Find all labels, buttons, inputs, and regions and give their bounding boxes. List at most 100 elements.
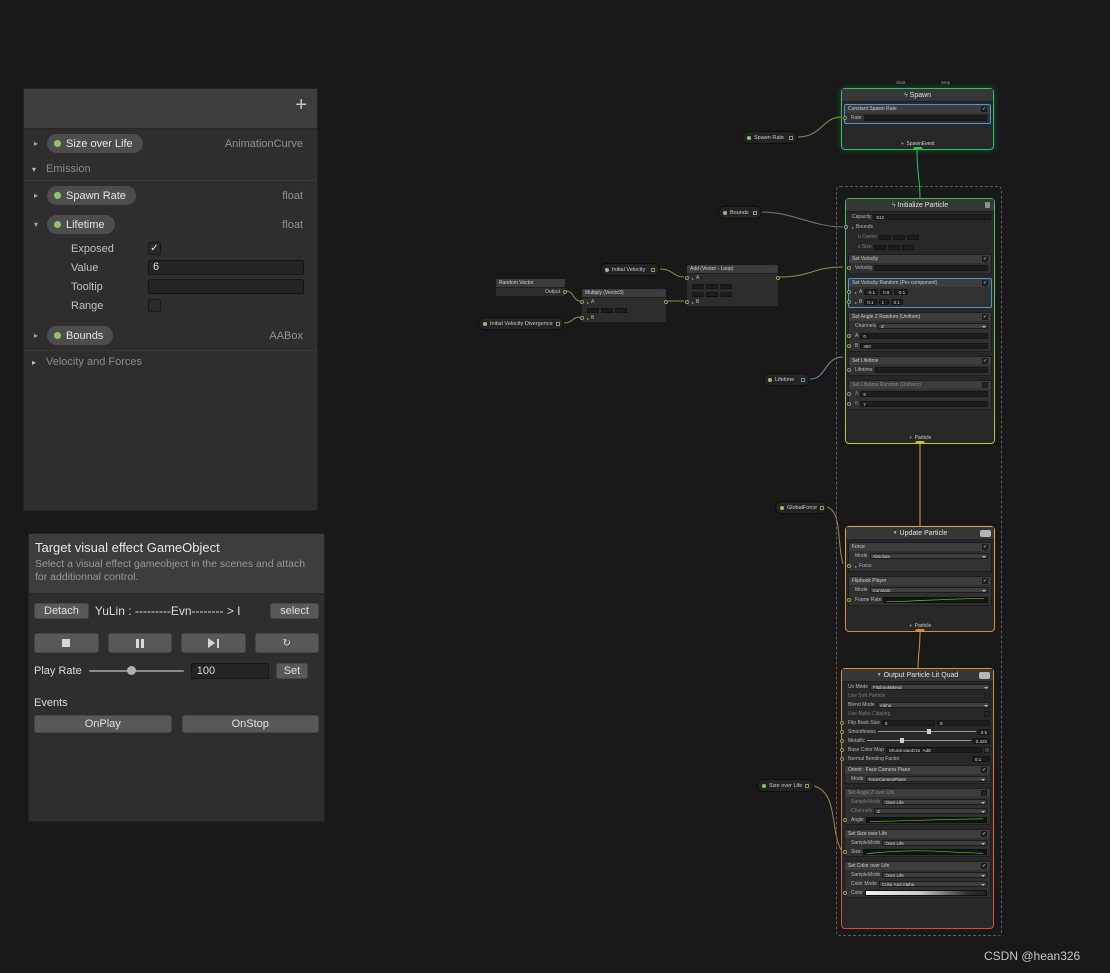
property-row-lifetime[interactable]: ▾ Lifetime float <box>24 210 317 239</box>
mode-dropdown[interactable]: FaceCameraPlane <box>865 775 987 782</box>
mode-dropdown[interactable]: Constant <box>869 587 988 593</box>
uv-mode-dropdown[interactable]: FlipbookBlend <box>870 683 990 690</box>
chevron-right-icon[interactable]: ▸ <box>32 358 44 367</box>
node-menu-icon[interactable]: ⋯ <box>658 290 663 296</box>
param-output-port[interactable] <box>651 267 655 272</box>
property-pill[interactable]: Lifetime <box>47 215 115 234</box>
a-port[interactable] <box>847 290 851 294</box>
value-field[interactable]: 0 <box>860 333 988 339</box>
update-context-title[interactable]: ▼ Update Particle <box>846 527 994 540</box>
metallic-slider[interactable] <box>866 738 971 743</box>
param-node-lifetime[interactable]: Lifetime <box>763 373 810 386</box>
lifetime-port[interactable] <box>847 368 851 372</box>
z-field[interactable] <box>720 283 732 289</box>
expand-icon[interactable]: ▸ <box>587 300 589 305</box>
sample-mode-dropdown[interactable]: Over Life <box>882 871 987 878</box>
y-field[interactable] <box>887 244 900 250</box>
block-enabled-checkbox[interactable] <box>982 382 988 388</box>
initialize-flow-out-anchor[interactable] <box>915 441 925 444</box>
chevron-down-icon[interactable]: ▾ <box>32 165 44 174</box>
b-port[interactable] <box>847 344 851 348</box>
y-field[interactable] <box>706 291 718 297</box>
a-port[interactable] <box>685 276 689 280</box>
set-size-over-life-block[interactable]: Set Size over Life ✓ SampleMode Over Life… <box>843 829 991 857</box>
set-lifetime-random-block[interactable]: Set Lifetime Random (Uniform) A 5 B 7 <box>847 380 992 410</box>
param-output-port[interactable] <box>805 783 810 788</box>
block-enabled-checkbox[interactable]: ✓ <box>981 831 987 837</box>
a-port[interactable] <box>847 392 851 396</box>
z-field[interactable] <box>720 291 732 297</box>
edge-divergence-to-multiply-b[interactable] <box>563 316 581 324</box>
x-field[interactable] <box>873 244 886 250</box>
range-checkbox[interactable] <box>148 299 161 312</box>
edge-bounds-to-initialize[interactable] <box>761 211 844 228</box>
frame-rate-port[interactable] <box>847 598 851 602</box>
onstop-button[interactable]: OnStop <box>181 715 319 734</box>
value-field[interactable]: -0.1 <box>894 289 909 295</box>
param-node-initial-velocity-divergence[interactable]: Initial Velocity Divergence <box>478 317 564 330</box>
initialize-context-title[interactable]: ϟ Initialize Particle <box>846 199 994 212</box>
constant-spawn-rate-block[interactable]: Constant Spawn Rate ✓ Rate <box>843 104 991 124</box>
set-angle-over-life-block[interactable]: Set Angle Z over Life SampleMode Over Li… <box>843 788 991 825</box>
y-field[interactable] <box>893 234 906 240</box>
spawn-context[interactable]: ϟ Spawn Constant Spawn Rate ✓ Rate ▼ Spaw… <box>841 88 994 150</box>
velocity-field[interactable] <box>874 265 988 271</box>
smoothness-slider[interactable] <box>877 729 976 734</box>
property-row-size-over-life[interactable]: ▸ Size over Life AnimationCurve <box>24 129 317 158</box>
param-node-size-over-life[interactable]: Size over Life <box>757 779 814 792</box>
blend-mode-dropdown[interactable]: Alpha <box>876 701 990 708</box>
set-velocity-block[interactable]: Set Velocity ✓ Velocity <box>847 254 992 274</box>
value-field[interactable]: 0.1 <box>972 755 990 762</box>
size-curve-field[interactable] <box>862 848 987 855</box>
z-field[interactable] <box>901 244 914 250</box>
value-field[interactable]: 5 <box>860 391 988 397</box>
value-field[interactable]: 0.1 <box>864 299 877 305</box>
y-field[interactable] <box>601 307 613 313</box>
add-property-button[interactable]: + <box>295 94 307 117</box>
rate-port[interactable] <box>843 116 847 120</box>
channels-dropdown[interactable]: Z <box>874 807 987 814</box>
value-field[interactable]: 0.325 <box>972 737 990 744</box>
edge-spawnrate-to-rate[interactable] <box>797 116 843 138</box>
exposed-checkbox[interactable]: ✓ <box>148 242 161 255</box>
value-field[interactable]: 0.5 <box>977 728 990 735</box>
x-field[interactable] <box>587 307 599 313</box>
category-row-emission[interactable]: ▾ Emission <box>24 158 317 181</box>
expand-icon[interactable]: ▸ <box>855 300 857 305</box>
expand-icon[interactable]: ▸ <box>855 290 857 295</box>
x-field[interactable] <box>692 291 704 297</box>
restart-button[interactable]: ↻ <box>254 633 319 654</box>
onplay-button[interactable]: OnPlay <box>34 715 172 734</box>
edge-initialvelocity-to-add-a[interactable] <box>659 268 685 278</box>
param-node-globalforce[interactable]: GlobalForce <box>775 501 827 514</box>
multiply-output-port[interactable] <box>664 300 668 304</box>
random-vector-node[interactable]: Random Vector Output <box>495 278 567 297</box>
b-port[interactable] <box>580 316 584 320</box>
a-port[interactable] <box>847 334 851 338</box>
z-field[interactable] <box>615 307 627 313</box>
category-row-velocity-forces[interactable]: ▸ Velocity and Forces <box>24 350 317 373</box>
frame-rate-curve-field[interactable] <box>883 597 988 603</box>
update-context[interactable]: ▼ Update Particle Force ✓ Mode Absolute ▸… <box>845 526 995 632</box>
expand-icon[interactable]: ▸ <box>692 300 694 305</box>
slider-knob[interactable] <box>926 729 931 734</box>
block-enabled-checkbox[interactable]: ✓ <box>982 314 988 320</box>
block-enabled-checkbox[interactable] <box>981 790 987 796</box>
b-port[interactable] <box>847 300 851 304</box>
pause-button[interactable] <box>107 633 172 654</box>
bounds-port[interactable] <box>844 225 848 229</box>
property-pill[interactable]: Size over Life <box>47 134 143 153</box>
color-gradient-field[interactable] <box>864 889 987 896</box>
param-output-port[interactable] <box>801 377 805 382</box>
block-enabled-checkbox[interactable]: ✓ <box>982 578 988 584</box>
block-enabled-checkbox[interactable]: ✓ <box>982 280 988 286</box>
b-port[interactable] <box>685 300 689 304</box>
edge-randomvector-to-multiply-a[interactable] <box>565 290 581 302</box>
flipbook-player-block[interactable]: Flipbook Player ✓ Mode Constant Frame Rat… <box>847 576 992 606</box>
value-field[interactable]: 7 <box>860 401 988 407</box>
context-badge[interactable] <box>979 672 990 679</box>
chevron-right-icon[interactable]: ▸ <box>34 331 47 340</box>
value-input[interactable]: 6 <box>148 260 304 275</box>
param-output-port[interactable] <box>819 505 824 510</box>
angle-curve-field[interactable] <box>865 816 987 823</box>
